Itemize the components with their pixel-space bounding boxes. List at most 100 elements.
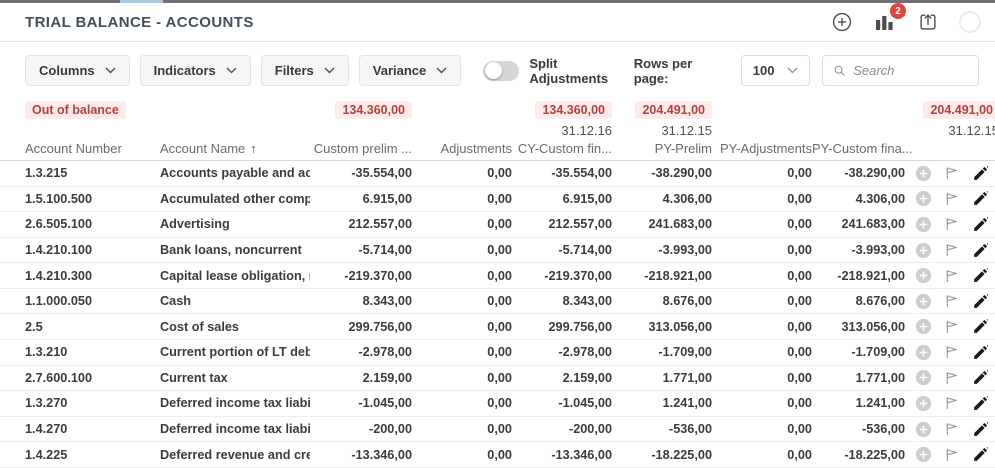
indicators-dropdown[interactable]: Indicators: [140, 55, 251, 86]
balance-badge-cy-custom-fin: 134.360,00: [535, 101, 612, 119]
toolbar-right: Rows per page: 100: [634, 55, 979, 86]
add-adjustment-icon[interactable]: [915, 446, 932, 463]
column-header-custom-prelim[interactable]: Custom prelim ...: [310, 141, 412, 156]
cy-custom-fin-cell: -35.554,00: [512, 166, 612, 180]
add-adjustment-icon[interactable]: [915, 216, 932, 233]
rows-per-page-select[interactable]: 100: [741, 55, 810, 86]
flag-icon[interactable]: [944, 421, 960, 437]
add-report-icon[interactable]: 2: [873, 11, 897, 33]
flag-icon[interactable]: [944, 216, 960, 232]
flag-icon[interactable]: [944, 165, 960, 181]
account-name-cell: Current portion of LT debt & capi...: [160, 345, 310, 359]
custom-prelim-cell: -13.346,00: [310, 448, 412, 462]
py-custom-fina-cell: 241.683,00: [812, 217, 905, 231]
account-number-cell: 1.4.210.100: [25, 243, 160, 257]
edit-pencil-icon[interactable]: [972, 190, 989, 207]
py-custom-fina-cell: 1.771,00: [812, 371, 905, 385]
table-row: 2.5 Cost of sales 299.756,00 0,00 299.75…: [0, 314, 995, 340]
flag-icon[interactable]: [944, 447, 960, 463]
add-adjustment-icon[interactable]: [915, 344, 932, 361]
export-icon[interactable]: [917, 11, 939, 33]
flag-icon[interactable]: [944, 268, 960, 284]
add-adjustment-icon[interactable]: [915, 267, 932, 284]
edit-pencil-icon[interactable]: [972, 446, 989, 463]
column-header-py-custom-fina[interactable]: PY-Custom fina...: [812, 141, 905, 156]
flag-icon[interactable]: [944, 293, 960, 309]
add-adjustment-icon[interactable]: [915, 395, 932, 412]
column-header-py-prelim[interactable]: PY-Prelim: [612, 141, 712, 156]
top-scroll-thumb[interactable]: [120, 0, 163, 3]
py-prelim-cell: -536,00: [612, 422, 712, 436]
flag-icon[interactable]: [944, 344, 960, 360]
edit-pencil-icon[interactable]: [972, 369, 989, 386]
py-prelim-cell: -1.709,00: [612, 345, 712, 359]
indicators-dropdown-label: Indicators: [154, 63, 216, 78]
add-adjustment-icon[interactable]: [915, 293, 932, 310]
variance-dropdown[interactable]: Variance: [359, 55, 462, 86]
cy-custom-fin-cell: 212.557,00: [512, 217, 612, 231]
columns-dropdown[interactable]: Columns: [25, 55, 130, 86]
add-adjustment-icon[interactable]: [915, 318, 932, 335]
edit-pencil-icon[interactable]: [972, 395, 989, 412]
add-adjustment-icon[interactable]: [915, 190, 932, 207]
flag-icon[interactable]: [944, 191, 960, 207]
table-row: 2.6.505.100 Advertising 212.557,00 0,00 …: [0, 212, 995, 238]
py-custom-fina-cell: 4.306,00: [812, 192, 905, 206]
account-name-cell: Bank loans, noncurrent: [160, 243, 310, 257]
cy-custom-fin-cell: 6.915,00: [512, 192, 612, 206]
py-custom-fina-cell: -218.921,00: [812, 269, 905, 283]
edit-pencil-icon[interactable]: [972, 421, 989, 438]
adjustments-cell: 0,00: [412, 345, 512, 359]
account-number-cell: 2.5: [25, 320, 160, 334]
py-custom-fina-cell: 1.241,00: [812, 396, 905, 410]
balance-badge-py-prelim: 204.491,00: [635, 101, 712, 119]
column-header-py-adjustments[interactable]: PY-Adjustments: [712, 141, 812, 156]
table-row: 1.3.210 Current portion of LT debt & cap…: [0, 340, 995, 366]
flag-icon[interactable]: [944, 370, 960, 386]
avatar-placeholder[interactable]: [959, 11, 981, 33]
add-adjustment-icon[interactable]: [915, 165, 932, 182]
chevron-down-icon: [787, 67, 798, 74]
notification-badge: 2: [890, 3, 906, 19]
py-custom-fina-cell: 8.676,00: [812, 294, 905, 308]
py-adjustments-cell: 0,00: [712, 243, 812, 257]
flag-icon[interactable]: [944, 242, 960, 258]
chevron-down-icon: [105, 67, 116, 74]
edit-pencil-icon[interactable]: [972, 267, 989, 284]
split-adjustments-toggle[interactable]: [483, 61, 519, 81]
add-circle-icon[interactable]: [831, 11, 853, 33]
custom-prelim-cell: 6.915,00: [310, 192, 412, 206]
edit-pencil-icon[interactable]: [972, 318, 989, 335]
add-adjustment-icon[interactable]: [915, 421, 932, 438]
column-header-account-number[interactable]: Account Number: [25, 141, 160, 156]
edit-pencil-icon[interactable]: [972, 165, 989, 182]
add-adjustment-icon[interactable]: [915, 242, 932, 259]
search-input[interactable]: [853, 63, 968, 78]
variance-dropdown-label: Variance: [373, 63, 427, 78]
edit-pencil-icon[interactable]: [972, 216, 989, 233]
account-name-cell: Accumulated other comprehensi...: [160, 192, 310, 206]
edit-pencil-icon[interactable]: [972, 344, 989, 361]
out-of-balance-badge: Out of balance: [25, 101, 126, 119]
chevron-down-icon: [226, 67, 237, 74]
add-adjustment-icon[interactable]: [915, 369, 932, 386]
edit-pencil-icon[interactable]: [972, 293, 989, 310]
flag-icon[interactable]: [944, 395, 960, 411]
cy-custom-fin-cell: -200,00: [512, 422, 612, 436]
column-header-cy-custom-fin[interactable]: CY-Custom fin...: [512, 141, 612, 156]
flag-icon[interactable]: [944, 319, 960, 335]
edit-pencil-icon[interactable]: [972, 242, 989, 259]
row-actions: [905, 190, 995, 207]
table-row: 1.4.210.100 Bank loans, noncurrent -5.71…: [0, 238, 995, 264]
custom-prelim-cell: 8.343,00: [310, 294, 412, 308]
filters-dropdown[interactable]: Filters: [261, 55, 349, 86]
column-header-account-name[interactable]: Account Name↑: [160, 141, 310, 156]
row-actions: [905, 267, 995, 284]
py-adjustments-cell: 0,00: [712, 422, 812, 436]
adjustments-cell: 0,00: [412, 320, 512, 334]
custom-prelim-cell: -5.714,00: [310, 243, 412, 257]
column-header-adjustments[interactable]: Adjustments: [412, 141, 512, 156]
table-row: 1.3.270 Deferred income tax liabilities,…: [0, 391, 995, 417]
cy-custom-fin-cell: -219.370,00: [512, 269, 612, 283]
custom-prelim-cell: -219.370,00: [310, 269, 412, 283]
